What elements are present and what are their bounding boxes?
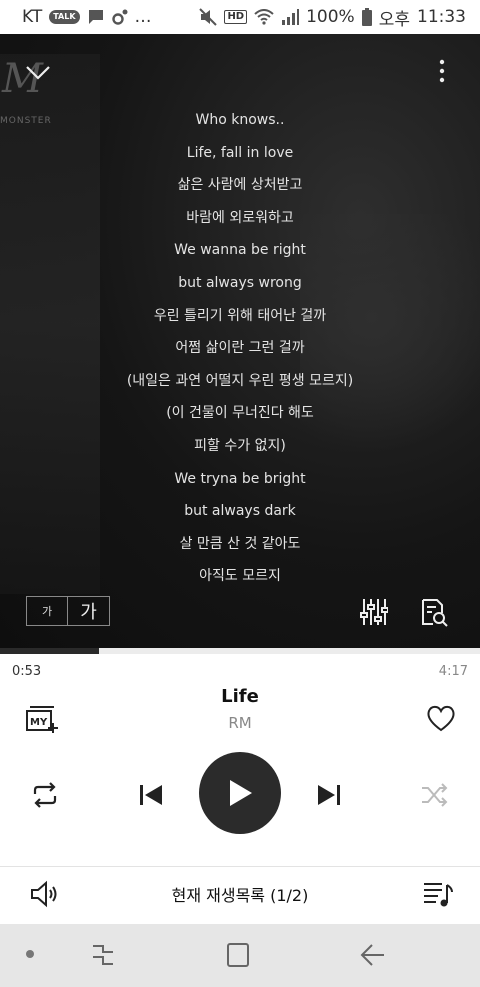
signal-icon	[281, 9, 300, 25]
battery-icon	[361, 8, 372, 26]
carrier-label: KT	[22, 7, 43, 27]
repeat-icon[interactable]	[30, 782, 60, 808]
mute-icon	[199, 8, 218, 26]
playlist-icon[interactable]	[422, 879, 454, 909]
lyric-line[interactable]: 어쩜 삶이란 그런 걸까	[0, 332, 480, 365]
more-notifications-icon: …	[134, 7, 152, 27]
progress-bar[interactable]	[0, 648, 480, 654]
more-vert-icon[interactable]	[432, 56, 452, 86]
current-playlist-button[interactable]: 현재 재생목록 (1/2)	[0, 882, 480, 906]
lyric-line[interactable]: 우린 틀리기 위해 태어난 걸까	[0, 300, 480, 333]
lyric-line[interactable]: We wanna be right	[0, 234, 480, 267]
heart-icon[interactable]	[426, 704, 456, 732]
album-art-lyrics-panel[interactable]: M MONSTER Who knows.. Life, fall in love…	[0, 34, 480, 650]
lyric-line[interactable]: Who knows..	[0, 104, 480, 137]
font-large-button[interactable]: 가	[68, 597, 109, 625]
play-icon	[230, 780, 252, 806]
status-bar: KT TALK … HD 100% 오후 11:33	[0, 0, 480, 34]
song-title: Life	[221, 686, 259, 707]
font-size-toggle: 가 가	[26, 596, 110, 626]
clock-ampm: 오후	[378, 9, 410, 30]
font-small-button[interactable]: 가	[27, 597, 68, 625]
wifi-icon	[254, 9, 274, 25]
recents-icon[interactable]	[89, 942, 117, 968]
progress-fill	[0, 648, 99, 654]
total-time: 4:17	[438, 664, 468, 679]
lyric-line[interactable]: 피할 수가 없지)	[0, 430, 480, 463]
lyric-line[interactable]: We tryna be bright	[0, 463, 480, 496]
current-time: 0:53	[12, 664, 42, 679]
home-icon[interactable]	[224, 942, 252, 968]
divider	[0, 866, 480, 867]
lyric-line[interactable]: (내일은 과연 어떨지 우린 평생 모르지)	[0, 365, 480, 398]
lyric-line[interactable]: 살 만큼 산 것 같아도	[0, 528, 480, 561]
clock-time: 11:33	[417, 7, 466, 27]
chevron-down-icon[interactable]	[24, 58, 52, 86]
lyric-line[interactable]: 아직도 모르지	[0, 560, 480, 593]
status-right: HD 100% 오후 11:33	[199, 5, 466, 30]
lyrics-search-icon[interactable]	[420, 597, 448, 627]
hd-voice-icon: HD	[224, 10, 248, 24]
back-icon[interactable]	[358, 942, 386, 968]
equalizer-icon[interactable]	[360, 597, 388, 627]
lyric-line[interactable]: 삶은 사람에 상처받고	[0, 169, 480, 202]
lyric-line[interactable]: Life, fall in love	[0, 137, 480, 170]
lyric-line[interactable]: 바람에 외로워하고	[0, 202, 480, 235]
system-navigation-bar	[0, 924, 480, 987]
music-note-icon	[111, 9, 128, 25]
battery-percent: 100%	[306, 7, 355, 27]
lyrics-list[interactable]: Who knows.. Life, fall in love 삶은 사람에 상처…	[0, 104, 480, 593]
skip-previous-icon[interactable]	[136, 782, 166, 808]
status-left: KT TALK …	[22, 7, 152, 27]
shuffle-icon[interactable]	[420, 782, 450, 808]
message-icon	[87, 9, 105, 25]
lyric-line[interactable]: (이 건물이 무너진다 해도	[0, 397, 480, 430]
nav-hide-dot-icon[interactable]	[26, 950, 34, 958]
lyric-line[interactable]: but always dark	[0, 495, 480, 528]
lyric-line[interactable]: but always wrong	[0, 267, 480, 300]
play-button[interactable]	[199, 752, 281, 834]
artist-name[interactable]: RM	[0, 714, 480, 732]
skip-next-icon[interactable]	[314, 782, 344, 808]
kakaotalk-icon: TALK	[49, 10, 80, 24]
